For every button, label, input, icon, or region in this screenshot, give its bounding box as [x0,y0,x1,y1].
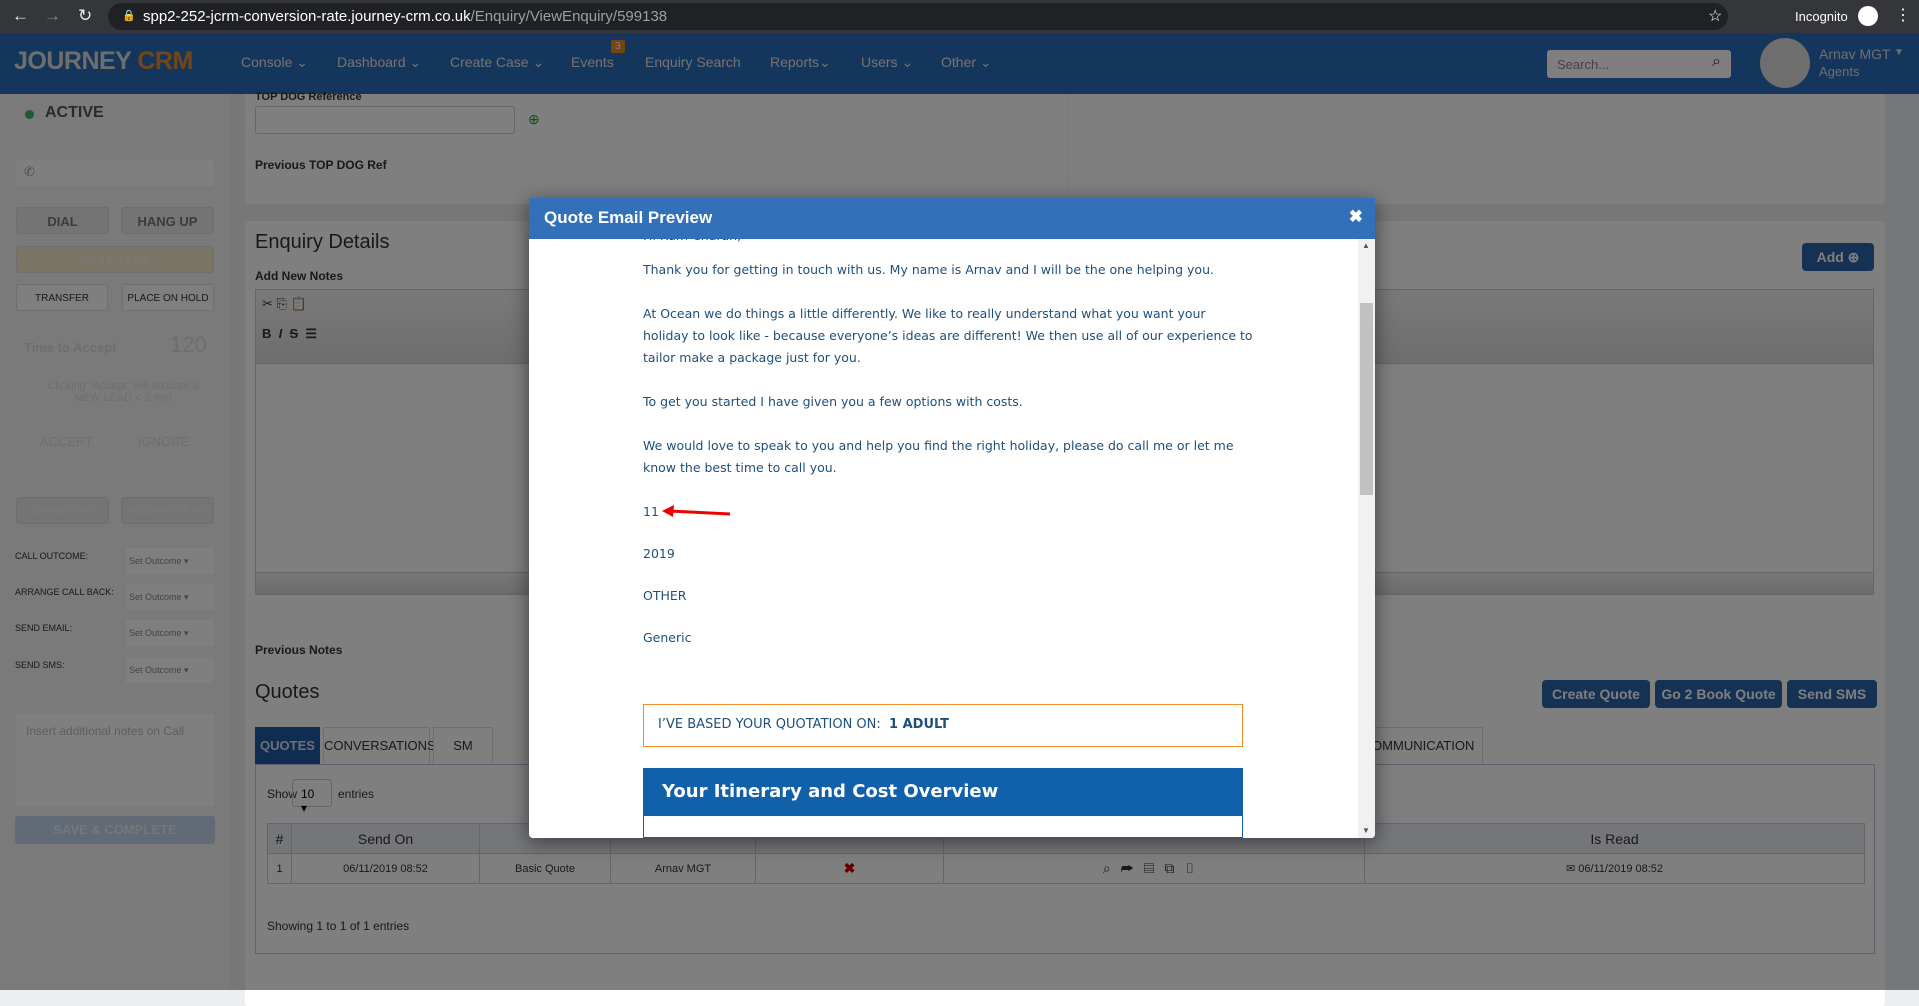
address-bar[interactable]: 🔒 spp2-252-jcrm-conversion-rate.journey-c… [108,3,1728,30]
basis-value: 1 ADULT [889,717,950,732]
modal-title: Quote Email Preview [544,208,713,227]
itinerary-title: Your Itinerary and Cost Overview [644,769,1242,816]
scroll-down-icon[interactable]: ▼ [1362,826,1370,835]
reload-icon[interactable]: ↻ [78,6,92,26]
scroll-up-icon[interactable]: ▲ [1362,241,1370,250]
basis-label: I’VE BASED YOUR QUOTATION ON: [658,717,881,732]
email-paragraph: At Ocean we do things a little different… [643,306,1253,365]
quote-email-preview-modal: Quote Email Preview ✖ Hi Ram Charan, Than… [529,198,1375,838]
url-host: spp2-252-jcrm-conversion-rate.journey-cr… [143,8,471,25]
quotation-basis-box: I’VE BASED YOUR QUOTATION ON: 1 ADULT [643,704,1243,747]
email-line-category: Generic [643,630,692,645]
menu-icon[interactable]: ⋮ [1895,5,1911,25]
modal-scrollbar[interactable]: ▲ ▼ [1358,239,1375,838]
star-icon[interactable]: ☆ [1708,6,1722,26]
lock-icon: 🔒 [122,10,136,22]
email-greeting: Hi Ram Charan, [643,239,1243,247]
email-preview-body: Hi Ram Charan, Thank you for getting in … [529,239,1375,838]
email-paragraph: To get you started I have given you a fe… [643,394,1023,409]
email-line-type: OTHER [643,588,687,603]
scroll-thumb[interactable] [1360,303,1373,495]
email-paragraph: Thank you for getting in touch with us. … [643,262,1214,277]
incognito-label: Incognito [1795,9,1848,24]
back-icon[interactable]: ← [12,6,29,26]
itinerary-section: Your Itinerary and Cost Overview [643,768,1243,838]
red-arrow-annotation [662,505,731,517]
email-line-year: 2019 [643,546,675,561]
url-path: /Enquiry/ViewEnquiry/599138 [470,8,668,25]
browser-toolbar: ← → ↻ 🔒 spp2-252-jcrm-conversion-rate.jou… [0,0,1919,33]
email-line-month: 11 [643,504,659,519]
incognito-icon [1858,6,1878,26]
close-icon[interactable]: ✖ [1349,207,1363,227]
email-paragraph: We would love to speak to you and help y… [643,438,1234,475]
forward-icon[interactable]: → [44,6,61,26]
modal-header: Quote Email Preview ✖ [529,198,1375,239]
